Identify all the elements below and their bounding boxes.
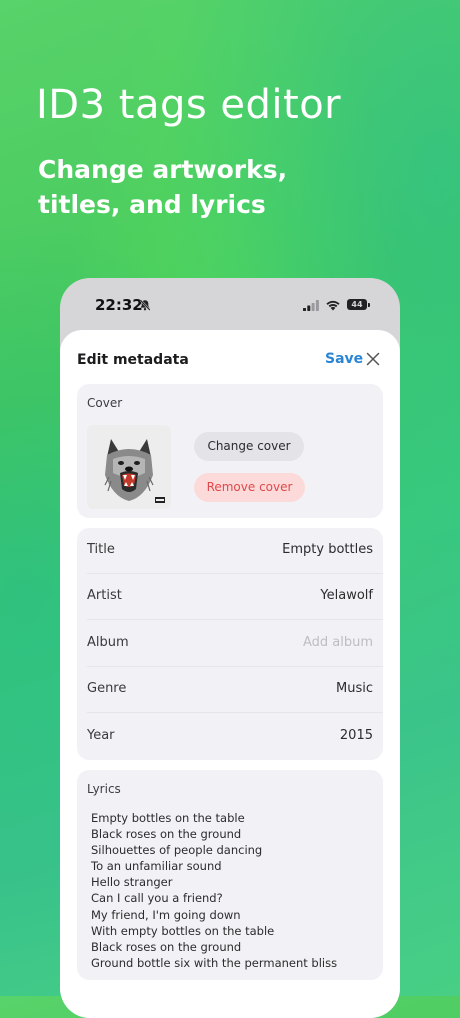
wolf-artwork-image	[87, 425, 171, 509]
field-value-album[interactable]: Add album	[303, 635, 373, 650]
field-value-genre[interactable]: Music	[336, 681, 373, 696]
status-bar: 22:32 44	[60, 278, 400, 332]
close-icon[interactable]	[366, 352, 380, 366]
cover-artwork[interactable]	[87, 425, 171, 509]
save-button[interactable]: Save	[325, 351, 363, 367]
field-row-album[interactable]: Album Add album	[77, 621, 383, 667]
wifi-icon	[326, 300, 340, 311]
metadata-fields-card: Title Empty bottles Artist Yelawolf Albu…	[77, 528, 383, 760]
field-value-year[interactable]: 2015	[340, 728, 373, 743]
lyrics-label: Lyrics	[87, 782, 121, 796]
lyrics-textarea[interactable]: Empty bottles on the table Black roses o…	[91, 810, 373, 971]
sheet-title: Edit metadata	[77, 352, 189, 368]
edit-metadata-sheet: Edit metadata Save Cover Change cover Re…	[60, 330, 400, 1018]
field-value-title[interactable]: Empty bottles	[282, 542, 373, 557]
field-label: Genre	[87, 681, 127, 696]
row-divider	[87, 619, 383, 620]
field-row-genre[interactable]: Genre Music	[77, 667, 383, 713]
field-row-title[interactable]: Title Empty bottles	[77, 528, 383, 574]
promo-subheadline: Change artworks, titles, and lyrics	[38, 155, 288, 219]
field-label: Album	[87, 635, 129, 650]
field-label: Artist	[87, 588, 122, 603]
field-row-year[interactable]: Year 2015	[77, 714, 383, 760]
change-cover-button[interactable]: Change cover	[194, 432, 304, 461]
field-label: Year	[87, 728, 115, 743]
cover-label: Cover	[87, 396, 123, 410]
status-time: 22:32	[95, 296, 143, 314]
field-row-artist[interactable]: Artist Yelawolf	[77, 574, 383, 620]
remove-cover-button[interactable]: Remove cover	[194, 473, 305, 502]
signal-icon	[303, 300, 319, 311]
row-divider	[87, 712, 383, 713]
battery-icon: 44	[347, 299, 370, 310]
field-label: Title	[87, 542, 115, 557]
lyrics-card: Lyrics Empty bottles on the table Black …	[77, 770, 383, 980]
field-value-artist[interactable]: Yelawolf	[320, 588, 373, 603]
promo-headline: ID3 tags editor	[36, 82, 342, 128]
cover-card: Cover Change cover Remove cover	[77, 384, 383, 518]
bell-slash-icon	[139, 299, 151, 311]
phone-mockup: 22:32 44 Edit metadata Save Cover Change…	[60, 278, 400, 1018]
